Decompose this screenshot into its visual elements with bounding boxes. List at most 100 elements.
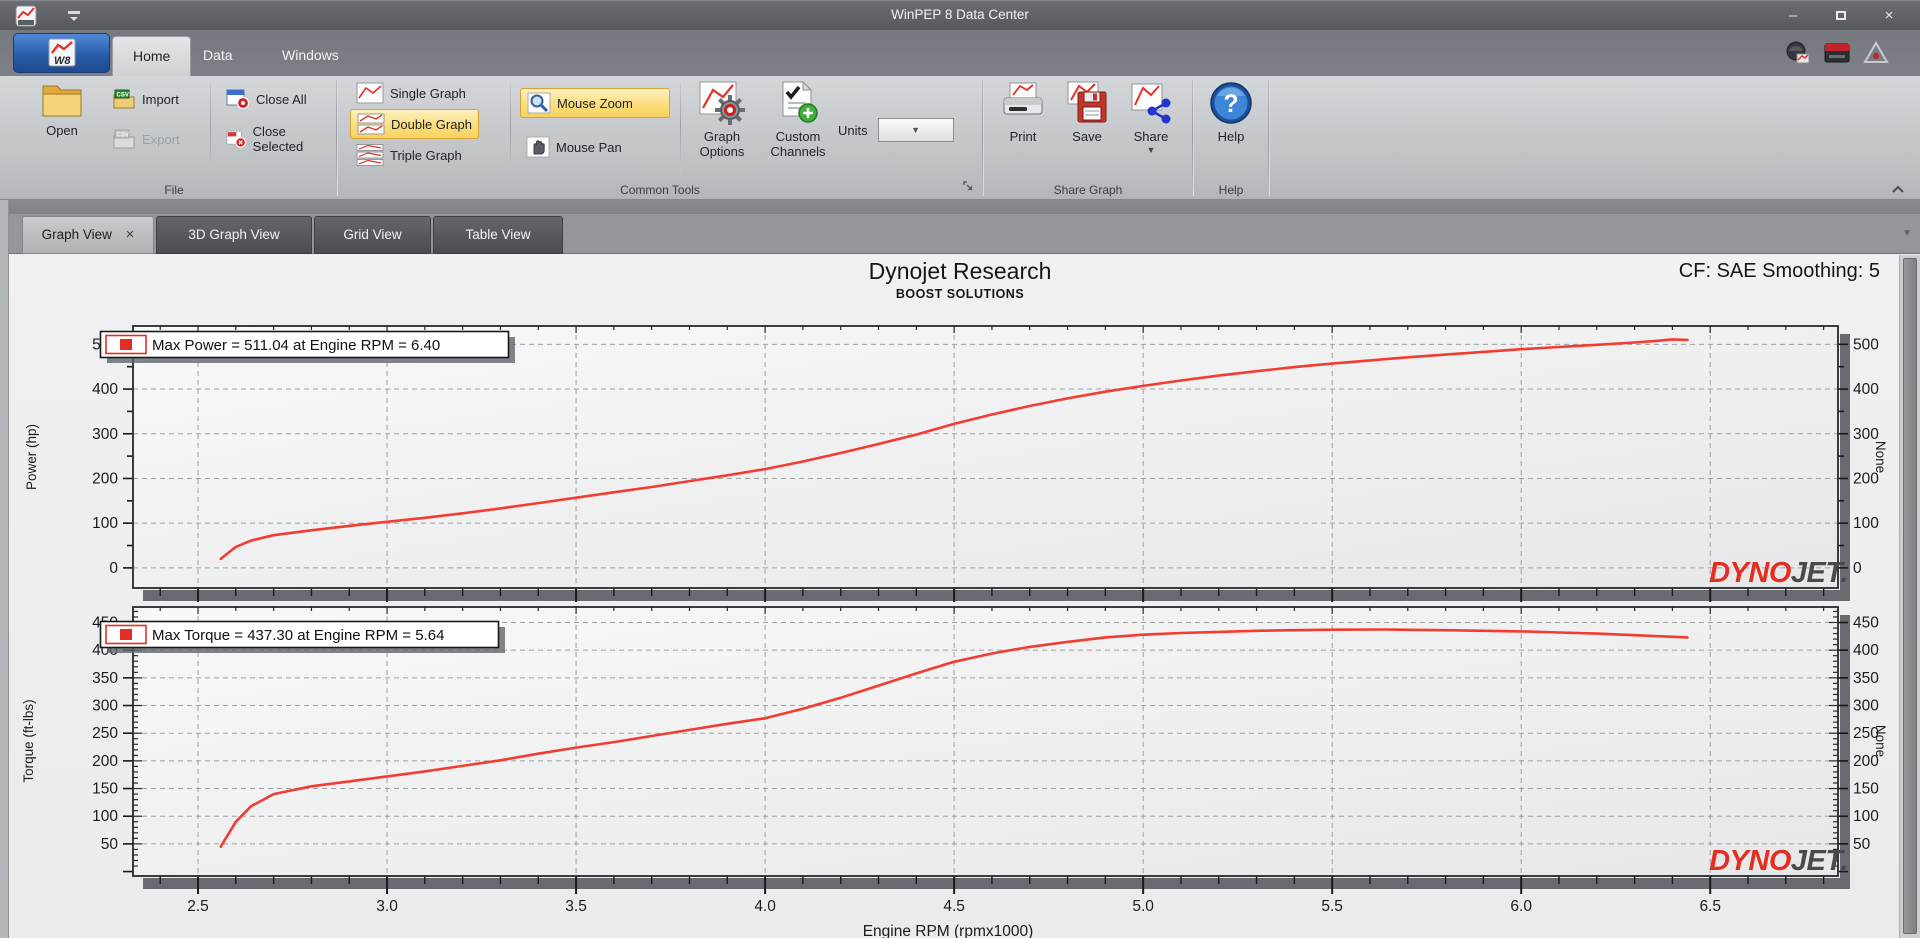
units-label: Units — [838, 122, 868, 138]
window-title: WinPEP 8 Data Center — [891, 7, 1029, 22]
dyno-module-icon[interactable] — [1822, 40, 1852, 66]
svg-text:100: 100 — [92, 808, 118, 825]
graph-options-button[interactable]: Graph Options — [690, 80, 754, 159]
torque-right-axis-title: None — [1873, 725, 1888, 757]
single-graph-label: Single Graph — [390, 85, 466, 101]
tab-overflow-icon[interactable]: ▼ — [1902, 228, 1912, 239]
svg-text:0: 0 — [1853, 560, 1862, 577]
dynojet-watermark: DYNOJET. — [1709, 557, 1848, 589]
custom-channels-button[interactable]: Custom Channels — [764, 80, 832, 159]
svg-text:100: 100 — [1853, 808, 1879, 825]
mouse-pan-button[interactable]: Mouse Pan — [520, 132, 670, 162]
dynojet-emblem-icon[interactable] — [1862, 40, 1890, 66]
ribbon-tab-home[interactable]: Home — [112, 36, 192, 76]
open-button[interactable]: Open — [24, 80, 100, 138]
graph-options-icon — [699, 81, 745, 125]
maximize-icon — [1836, 11, 1846, 20]
ribbon-tab-windows[interactable]: Windows — [262, 36, 359, 76]
vertical-scrollbar[interactable] — [1899, 255, 1920, 938]
svg-text:300: 300 — [92, 426, 118, 443]
svg-text:0: 0 — [109, 560, 118, 577]
help-icon: ? — [1210, 82, 1252, 124]
units-dropdown[interactable]: ▼ — [877, 118, 954, 142]
mouse-zoom-label: Mouse Zoom — [557, 95, 633, 111]
export-label: Export — [142, 131, 180, 147]
share-dropdown-icon[interactable]: ▼ — [1147, 145, 1156, 155]
svg-text:250: 250 — [92, 725, 118, 742]
help-label: Help — [1217, 129, 1245, 144]
share-button[interactable]: Share ▼ — [1122, 80, 1180, 155]
close-button[interactable]: × — [1872, 5, 1906, 27]
svg-text:W8: W8 — [54, 55, 71, 67]
graph-options-label: Graph Options — [699, 129, 745, 159]
svg-text:4.0: 4.0 — [754, 898, 776, 915]
svg-text:350: 350 — [1853, 670, 1879, 687]
svg-text:400: 400 — [92, 381, 118, 398]
tab-close-icon[interactable]: × — [126, 217, 135, 253]
save-button[interactable]: Save — [1058, 80, 1116, 144]
power-legend-text: Max Power = 511.04 at Engine RPM = 6.40 — [152, 337, 440, 354]
svg-text:100: 100 — [1853, 515, 1879, 532]
export-csv-icon: CSV — [113, 129, 135, 149]
svg-text:CSV: CSV — [117, 93, 129, 99]
mouse-zoom-button[interactable]: Mouse Zoom — [520, 88, 670, 118]
application-button[interactable]: W8 — [13, 33, 110, 73]
tab-graph-view-label: Graph View — [41, 227, 112, 242]
help-button[interactable]: ? Help — [1203, 80, 1259, 144]
torque-legend: Max Torque = 437.30 at Engine RPM = 5.64 — [99, 620, 505, 653]
document-tab-bar: Graph View × 3D Graph View Grid View Tab… — [0, 214, 1920, 254]
svg-text:2.5: 2.5 — [187, 898, 209, 915]
custom-channels-label: Custom Channels — [770, 129, 826, 159]
single-graph-button[interactable]: Single Graph — [350, 78, 472, 108]
svg-text:300: 300 — [1853, 698, 1879, 715]
close-selected-button[interactable]: Close Selected — [220, 124, 334, 154]
ribbon-collapse-icon[interactable] — [1890, 184, 1906, 194]
torque-chart-plot[interactable]: 50 50100 100150 150200 200250 250300 300350 350… — [92, 606, 1879, 915]
triple-graph-button[interactable]: Triple Graph — [350, 140, 468, 170]
svg-text:200: 200 — [92, 470, 118, 487]
close-all-button[interactable]: Close All — [220, 84, 313, 114]
svg-text:5.5: 5.5 — [1321, 898, 1343, 915]
torque-legend-text: Max Torque = 437.30 at Engine RPM = 5.64 — [152, 627, 444, 644]
svg-text:100: 100 — [92, 515, 118, 532]
hand-icon — [526, 136, 550, 158]
tab-grid-view[interactable]: Grid View — [314, 216, 431, 254]
dyno-charts[interactable]: 00100100200200300300400400500500 Power (… — [0, 255, 1920, 938]
import-button[interactable]: CSV Import — [106, 84, 185, 114]
dynojet-watermark: DYNOJET. — [1709, 845, 1848, 877]
double-graph-label: Double Graph — [391, 116, 472, 132]
print-icon — [1003, 82, 1043, 115]
svg-text:6.0: 6.0 — [1510, 898, 1532, 915]
power-legend: Max Power = 511.04 at Engine RPM = 6.40 — [99, 330, 515, 363]
double-graph-button[interactable]: Double Graph — [350, 109, 479, 139]
help-group-label: Help — [1218, 183, 1244, 197]
file-group-label: File — [164, 183, 184, 197]
svg-text:200: 200 — [92, 753, 118, 770]
ribbon-group-share-graph: Print Save Share ▼ Share Graph — [986, 76, 1190, 200]
svg-text:?: ? — [1223, 90, 1238, 118]
power-chart-plot[interactable]: 00100100200200300300400400500500 — [92, 325, 1879, 602]
torque-axis-title: Torque (ft-lbs) — [21, 699, 36, 782]
export-button[interactable]: CSV Export — [106, 124, 186, 154]
title-bar: WinPEP 8 Data Center – × — [0, 0, 1920, 30]
ribbon-tab-data[interactable]: Data — [183, 36, 253, 76]
winpep-window: WinPEP 8 Data Center – × W8 Home Data Wi… — [0, 0, 1920, 938]
triple-graph-label: Triple Graph — [390, 147, 462, 163]
import-csv-icon: CSV — [113, 89, 135, 109]
import-label: Import — [142, 91, 179, 107]
maximize-button[interactable] — [1824, 5, 1858, 27]
helmet-icon[interactable] — [1784, 40, 1812, 66]
open-folder-icon — [42, 85, 82, 117]
tab-3d-graph-view[interactable]: 3D Graph View — [156, 216, 312, 254]
ribbon-bottom-strip — [0, 200, 1920, 214]
svg-text:500: 500 — [1853, 336, 1879, 353]
tab-table-view[interactable]: Table View — [433, 216, 563, 254]
minimize-button[interactable]: – — [1776, 5, 1810, 27]
scrollbar-thumb[interactable] — [1903, 258, 1917, 934]
print-button[interactable]: Print — [994, 80, 1052, 144]
share-icon — [1131, 83, 1171, 124]
share-graph-group-label: Share Graph — [1053, 183, 1123, 197]
svg-text:CSV: CSV — [117, 133, 129, 139]
magnifier-icon — [527, 92, 551, 114]
tab-graph-view[interactable]: Graph View × — [22, 216, 154, 254]
